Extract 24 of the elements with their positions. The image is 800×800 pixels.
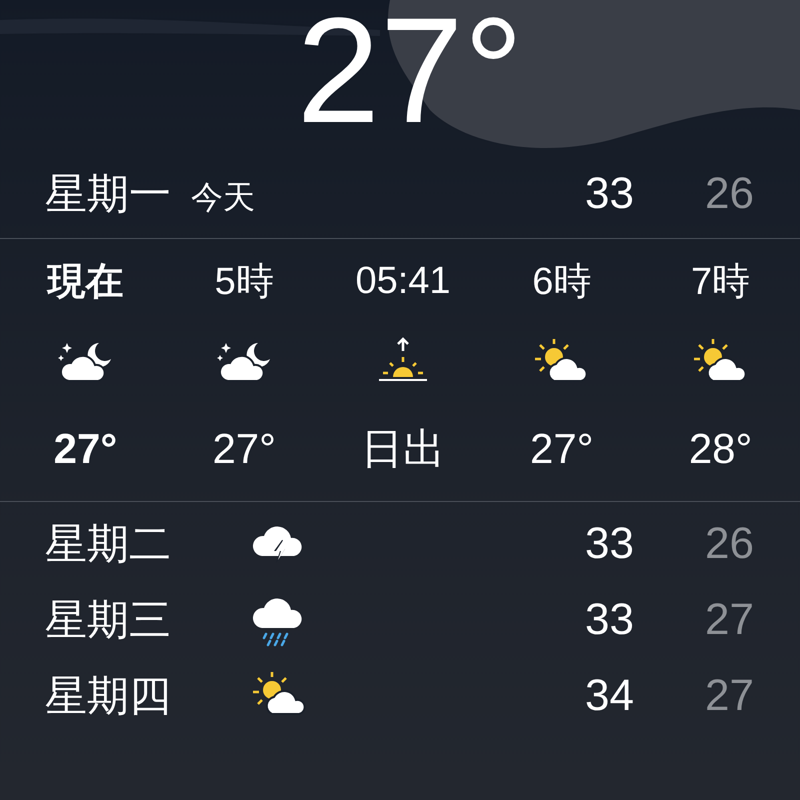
day-name: 星期一	[45, 168, 171, 220]
hour-label: 5時	[214, 260, 274, 304]
high-temperature: 33	[584, 519, 634, 569]
hour-temperature: 日出	[360, 424, 445, 474]
hour-label: 7時	[691, 260, 750, 304]
low-temperature: 26	[704, 519, 754, 569]
day-name: 星期三	[45, 594, 172, 646]
today-label: 今天	[191, 177, 255, 218]
day-name: 星期二	[45, 518, 172, 570]
hour-label: 6時	[532, 260, 592, 304]
low-temperature: 27	[704, 595, 754, 645]
hour-label: 05:41	[355, 260, 451, 302]
low-temperature: 27	[704, 671, 754, 721]
hour-temperature: 28°	[688, 425, 752, 473]
high-temperature: 33	[584, 595, 634, 645]
hour-label: 現在	[47, 260, 124, 304]
hour-temperature: 27°	[212, 425, 276, 473]
low-temperature: 26	[704, 169, 754, 219]
day-name: 星期四	[45, 670, 172, 722]
hour-temperature: 27°	[54, 425, 118, 473]
current-temperature: 27°	[296, 0, 524, 140]
hour-temperature: 27°	[530, 425, 594, 473]
high-temperature: 34	[584, 671, 634, 721]
high-temperature: 33	[584, 169, 634, 219]
